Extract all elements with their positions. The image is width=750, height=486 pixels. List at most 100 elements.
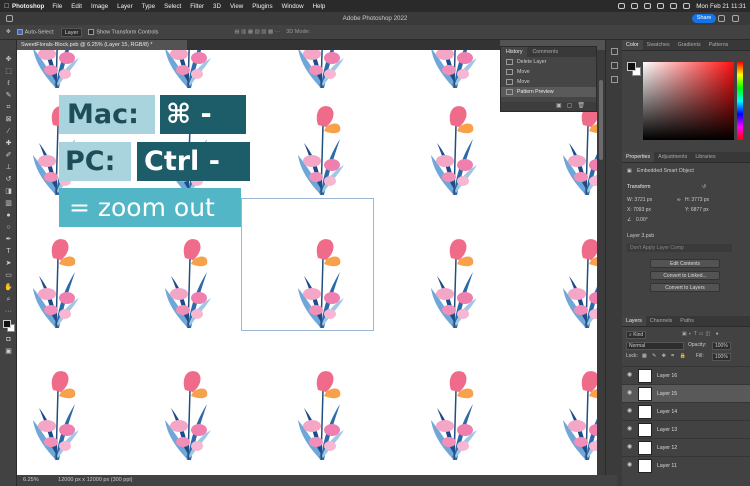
eye-icon[interactable]: ◉ xyxy=(627,462,633,468)
workspace-icon[interactable] xyxy=(732,15,739,22)
align-icons[interactable]: ▤ ▥ ▦ ▧ ▨ ▩ ··· xyxy=(234,29,280,35)
tab-color[interactable]: Color xyxy=(622,40,643,50)
history-footer-icons[interactable]: ▣▢🗑 xyxy=(501,102,596,111)
tab-patterns[interactable]: Patterns xyxy=(705,40,733,50)
libraries-panel-icon[interactable] xyxy=(611,76,618,83)
rectangle-tool-icon[interactable]: ▭ xyxy=(4,272,13,280)
layer-filter-dropdown[interactable]: ⌕ Kind xyxy=(626,331,647,339)
angle-field[interactable]: 0.00° xyxy=(636,217,648,223)
history-item[interactable]: Delete Layer xyxy=(501,57,596,67)
menu-filter[interactable]: Filter xyxy=(190,3,204,10)
layer-name[interactable]: Layer 12 xyxy=(657,439,677,457)
type-tool-icon[interactable]: T xyxy=(4,248,13,256)
menu-window[interactable]: Window xyxy=(282,3,304,10)
foreground-swatch[interactable] xyxy=(627,62,636,71)
control-center-icon[interactable] xyxy=(683,3,691,9)
blend-mode-dropdown[interactable]: Normal xyxy=(626,342,684,350)
menu-3d[interactable]: 3D xyxy=(213,3,221,10)
marquee-tool-icon[interactable]: ⬚ xyxy=(4,68,13,76)
layer-comp-dropdown[interactable]: Don't Apply Layer Comp xyxy=(627,244,732,252)
zoom-tool-icon[interactable]: ⌕ xyxy=(4,296,13,304)
search-icon[interactable] xyxy=(670,3,678,9)
x-field[interactable]: X: 7093 px xyxy=(627,207,651,213)
eye-icon[interactable]: ◉ xyxy=(627,390,633,396)
quick-select-tool-icon[interactable]: ✎ xyxy=(4,92,13,100)
zoom-level[interactable]: 6.25% xyxy=(23,477,39,483)
home-icon[interactable] xyxy=(6,15,13,22)
stamp-tool-icon[interactable]: ⊥ xyxy=(4,164,13,172)
screen-mode-icon[interactable]: ▣ xyxy=(4,348,13,356)
transform-controls-checkbox[interactable]: Show Transform Controls xyxy=(88,28,158,35)
eye-icon[interactable]: ◉ xyxy=(627,408,633,414)
layer-filter-icons[interactable]: ▣◐T▭◫ ● xyxy=(682,331,721,337)
convert-to-layers-button[interactable]: Convert to Layers xyxy=(650,283,720,292)
move-tool-icon[interactable]: ✥ xyxy=(6,29,11,35)
tab-history[interactable]: History xyxy=(501,47,528,57)
dodge-tool-icon[interactable]: ○ xyxy=(4,224,13,232)
layer-name[interactable]: Layer 13 xyxy=(657,421,677,439)
layer-row[interactable]: ◉ Layer 12 xyxy=(622,438,750,456)
tab-paths[interactable]: Paths xyxy=(676,316,698,326)
search-icon[interactable] xyxy=(718,15,725,22)
record-icon[interactable] xyxy=(618,3,626,9)
gradient-tool-icon[interactable]: ▥ xyxy=(4,200,13,208)
canvas[interactable]: Mac: ⌘ - PC: Ctrl - = zoom out xyxy=(17,50,597,475)
layer-name[interactable]: Layer 16 xyxy=(657,367,677,385)
brush-tool-icon[interactable]: ✐ xyxy=(4,152,13,160)
pen-tool-icon[interactable]: ✒ xyxy=(4,236,13,244)
menu-plugins[interactable]: Plugins xyxy=(252,3,272,10)
foreground-color-swatch[interactable] xyxy=(3,320,11,328)
reset-transform-icon[interactable]: ↺ xyxy=(702,184,706,190)
eye-icon[interactable]: ◉ xyxy=(627,372,633,378)
color-picker-field[interactable] xyxy=(643,62,734,140)
layer-name[interactable]: Layer 14 xyxy=(657,403,677,421)
history-item[interactable]: Move xyxy=(501,67,596,77)
more-tools-icon[interactable]: ··· xyxy=(4,308,13,316)
menu-edit[interactable]: Edit xyxy=(71,3,82,10)
history-brush-tool-icon[interactable]: ↺ xyxy=(4,176,13,184)
tab-comments[interactable]: Comments xyxy=(527,47,563,57)
lock-icons[interactable]: ▦ ✎ ✥ ⌗ 🔒 xyxy=(642,353,688,359)
document-info[interactable]: 12000 px x 12000 px (300 ppi) xyxy=(58,477,132,483)
edit-contents-button[interactable]: Edit Contents xyxy=(650,259,720,268)
battery-icon[interactable] xyxy=(644,3,652,9)
tab-properties[interactable]: Properties xyxy=(622,152,655,162)
apple-menu-icon[interactable]:  xyxy=(4,3,12,10)
tab-swatches[interactable]: Swatches xyxy=(643,40,674,50)
menu-clock[interactable]: Mon Feb 21 11:31 xyxy=(696,3,746,10)
menu-type[interactable]: Type xyxy=(142,3,155,10)
frame-tool-icon[interactable]: ⊠ xyxy=(4,116,13,124)
auto-select-dropdown[interactable]: Layer xyxy=(60,27,83,37)
eye-icon[interactable]: ◉ xyxy=(627,426,633,432)
layer-row[interactable]: ◉ Layer 16 xyxy=(622,366,750,384)
menu-select[interactable]: Select xyxy=(164,3,181,10)
app-menu[interactable]: Photoshop xyxy=(12,3,44,10)
opacity-field[interactable]: 100% xyxy=(712,342,731,350)
auto-select-checkbox[interactable]: Auto-Select: xyxy=(16,28,55,35)
height-field[interactable]: H: 3773 px xyxy=(685,197,709,203)
creative-cloud-icon[interactable] xyxy=(631,3,639,9)
layer-name[interactable]: Layer 15 xyxy=(657,385,677,403)
history-item[interactable]: Pattern Preview xyxy=(501,87,596,97)
quick-mask-icon[interactable]: ◘ xyxy=(4,336,13,344)
menu-help[interactable]: Help xyxy=(313,3,326,10)
layer-row[interactable]: ◉ Layer 15 xyxy=(622,384,750,402)
layer-row[interactable]: ◉ Layer 14 xyxy=(622,402,750,420)
history-item[interactable]: Move xyxy=(501,77,596,87)
tab-adjustments[interactable]: Adjustments xyxy=(654,152,691,162)
fg-bg-swatches[interactable] xyxy=(627,62,641,76)
link-icon[interactable]: ∞ xyxy=(677,197,681,203)
menu-file[interactable]: File xyxy=(52,3,62,10)
eraser-tool-icon[interactable]: ◨ xyxy=(4,188,13,196)
share-button[interactable]: Share xyxy=(692,14,716,23)
menu-layer[interactable]: Layer xyxy=(117,3,132,10)
move-tool-icon[interactable]: ✥ xyxy=(4,56,13,64)
layer-name[interactable]: Layer 11 xyxy=(657,457,677,475)
tab-libraries[interactable]: Libraries xyxy=(691,152,719,162)
eyedropper-tool-icon[interactable]: ⁄ xyxy=(4,128,13,136)
healing-tool-icon[interactable]: ✚ xyxy=(4,140,13,148)
panel-expand-icon[interactable] xyxy=(611,48,618,55)
menu-image[interactable]: Image xyxy=(91,3,108,10)
tab-channels[interactable]: Channels xyxy=(646,316,676,326)
wifi-icon[interactable] xyxy=(657,3,665,9)
